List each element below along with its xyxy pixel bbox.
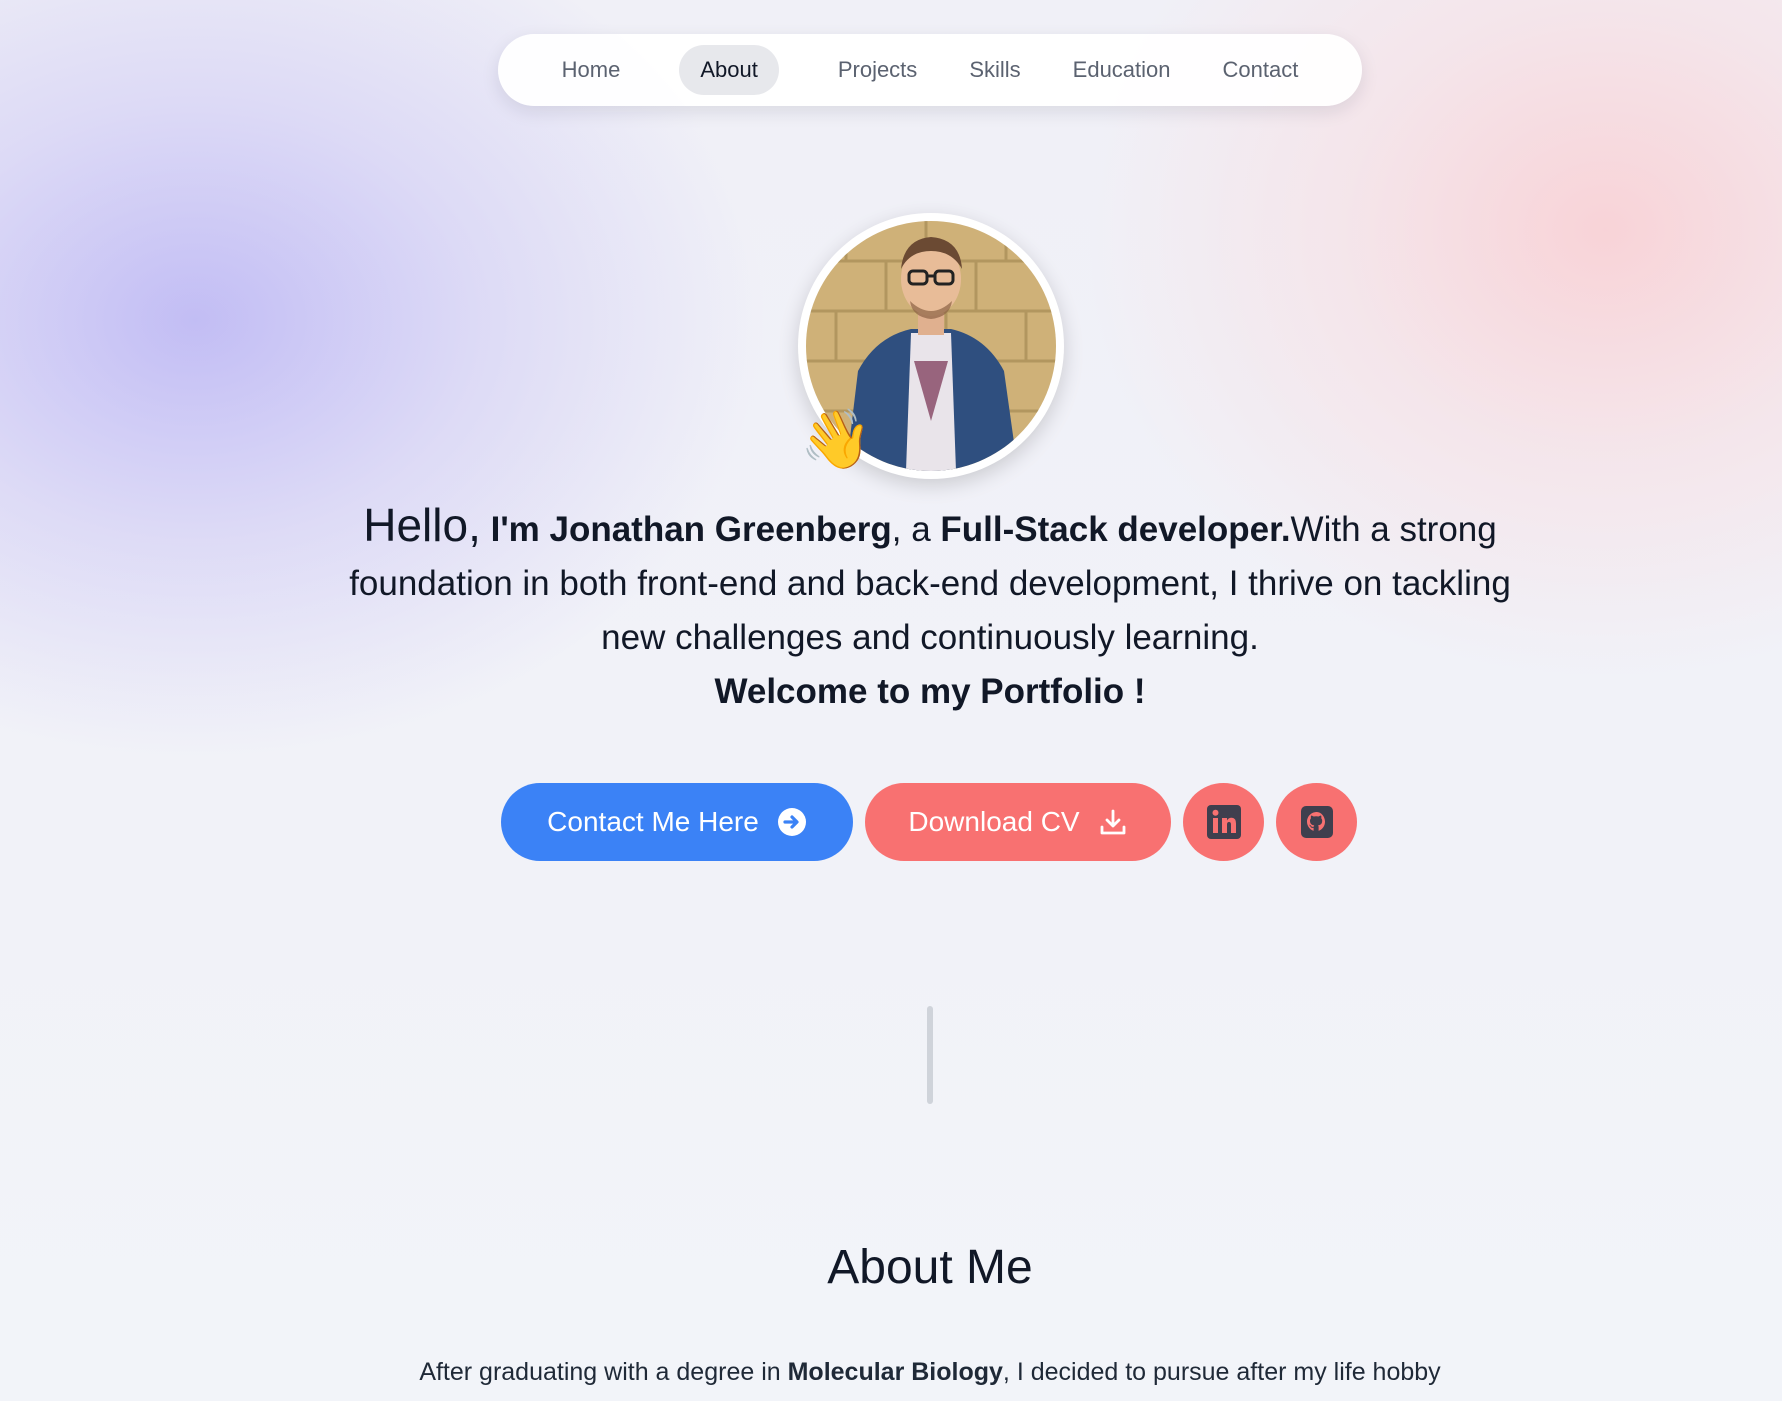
contact-me-label: Contact Me Here xyxy=(547,806,759,837)
hero-intro: Hello, I'm Jonathan Greenberg, a Full-St… xyxy=(330,498,1530,719)
top-nav: Home About Projects Skills Education Con… xyxy=(498,34,1362,106)
nav-item-about[interactable]: About xyxy=(679,45,779,95)
download-icon xyxy=(1100,809,1125,835)
linkedin-button[interactable] xyxy=(1183,783,1264,861)
hero-connector: , a xyxy=(891,510,941,549)
hero-welcome: Welcome to my Portfolio ! xyxy=(714,672,1146,711)
nav-item-contact[interactable]: Contact xyxy=(1202,45,1320,95)
download-cv-label: Download CV xyxy=(908,806,1080,837)
linkedin-icon xyxy=(1206,805,1241,839)
hero-role: Full-Stack developer. xyxy=(940,510,1291,549)
nav-item-skills[interactable]: Skills xyxy=(948,45,1041,95)
arrow-circle-right-icon xyxy=(777,808,806,836)
nav-item-education[interactable]: Education xyxy=(1052,45,1192,95)
contact-me-button[interactable]: Contact Me Here xyxy=(501,783,853,861)
about-text: After graduating with a degree in Molecu… xyxy=(0,1358,1782,1387)
about-title: About Me xyxy=(827,1241,1033,1294)
scroll-indicator xyxy=(927,1006,933,1104)
about-text-bold: Molecular Biology xyxy=(787,1358,1003,1386)
hero-actions: Contact Me Here Download CV xyxy=(501,783,1357,861)
hero-hello: Hello, xyxy=(363,499,481,551)
about-text-before: After graduating with a degree in xyxy=(419,1358,788,1386)
waving-hand-icon: 👋 xyxy=(800,405,873,473)
hero-name: I'm Jonathan Greenberg xyxy=(490,510,892,549)
about-text-after: , I decided to pursue after my life hobb… xyxy=(1002,1358,1441,1386)
github-icon xyxy=(1300,806,1333,838)
nav-item-projects[interactable]: Projects xyxy=(817,45,938,95)
nav-item-home[interactable]: Home xyxy=(541,45,642,95)
download-cv-button[interactable]: Download CV xyxy=(865,783,1171,861)
github-button[interactable] xyxy=(1276,783,1357,861)
